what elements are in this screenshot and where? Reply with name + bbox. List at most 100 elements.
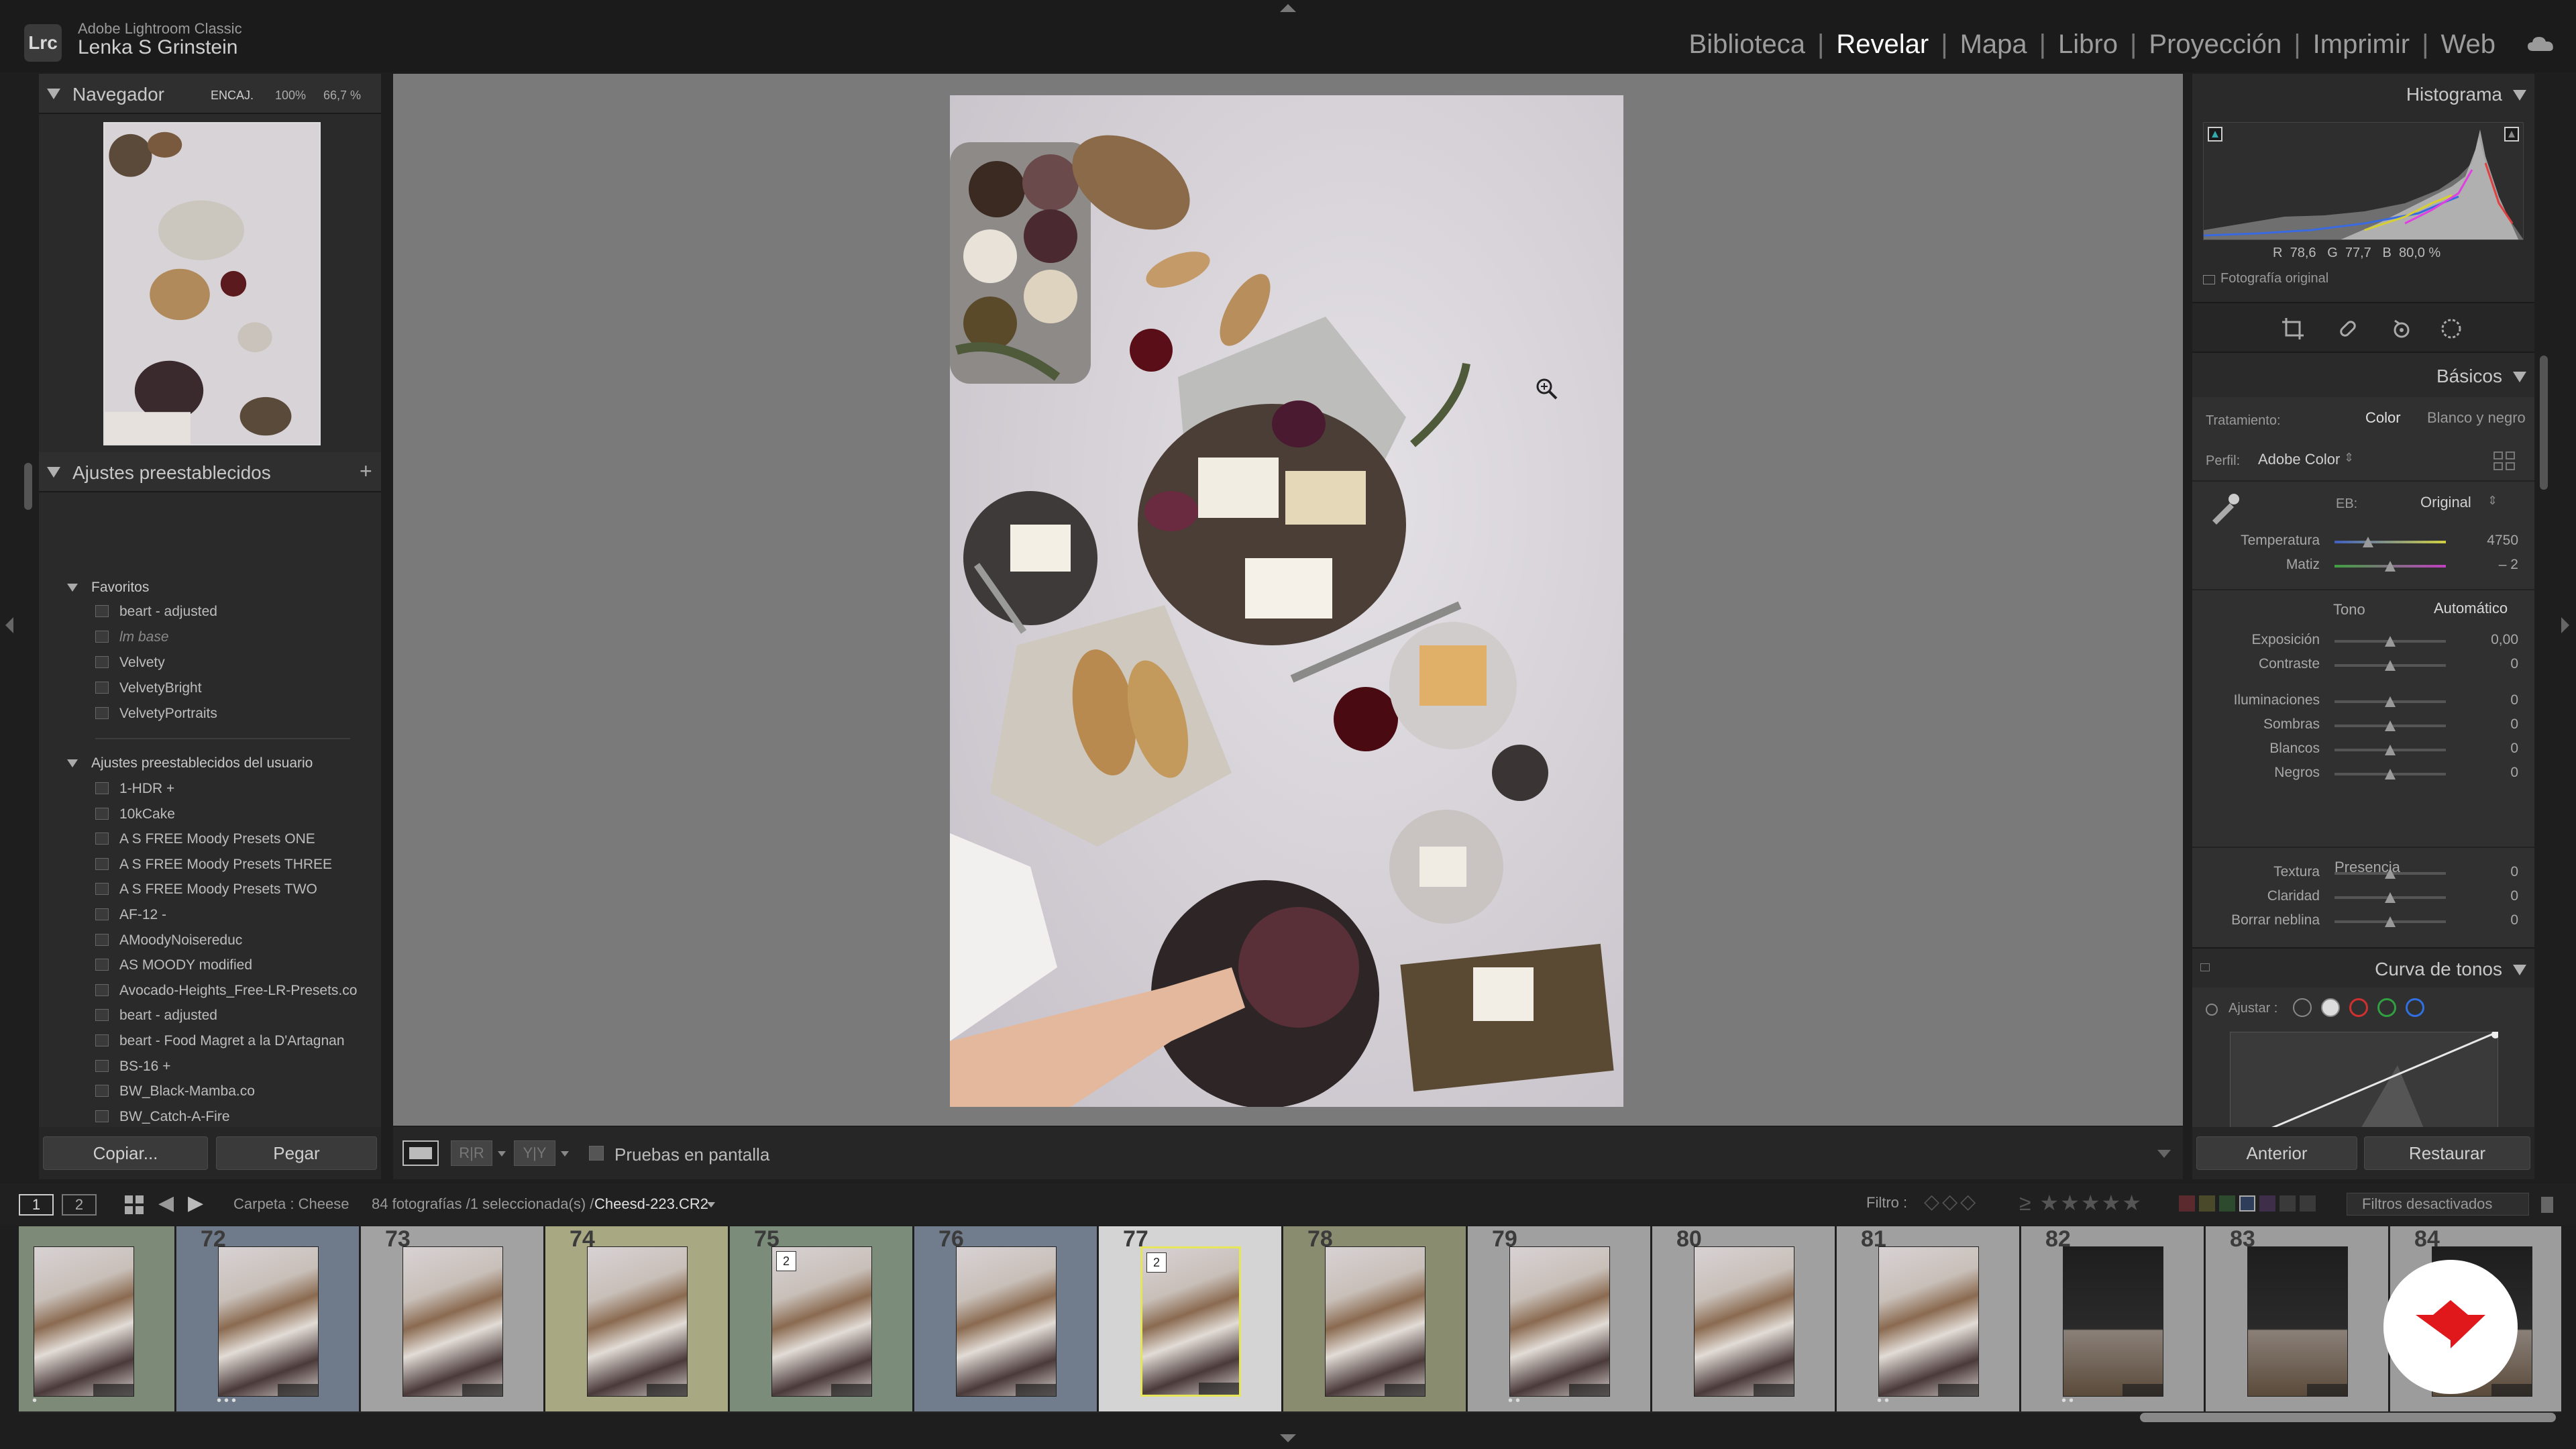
module-mapa[interactable]: Mapa [1960,30,2027,60]
panel-switch-icon[interactable] [2200,963,2210,971]
folder-user-presets[interactable]: Ajustes preestablecidos del usuario [91,755,313,771]
collapse-right-icon[interactable] [2561,617,2569,633]
zoom-fit[interactable]: ENCAJ. [211,89,254,103]
filmstrip-thumbnail[interactable] [956,1246,1057,1397]
folder-expand-icon[interactable] [67,759,78,767]
right-scroll-indicator[interactable] [2540,356,2548,490]
cloud-icon[interactable] [2526,35,2556,52]
contrast-value[interactable]: 0 [2510,656,2518,672]
filmstrip-cell[interactable]: 78 [1283,1226,1467,1411]
parametric-curve-icon[interactable] [2293,998,2312,1017]
filmstrip-scrollbar[interactable] [2140,1413,2556,1422]
filmstrip-thumbnail[interactable] [587,1246,688,1397]
preset-item[interactable]: beart - adjusted [119,604,217,620]
wb-dropdown-icon[interactable]: ⇕ [2487,494,2498,508]
module-proyeccion[interactable]: Proyección [2149,30,2282,60]
shadows-value[interactable]: 0 [2510,716,2518,733]
tint-slider-thumb[interactable] [2385,561,2396,572]
wb-select[interactable]: Original [2420,494,2471,511]
filmstrip-cell[interactable]: 80 [1652,1226,1836,1411]
histogram-header[interactable]: Histograma [2192,74,2534,114]
preset-item[interactable]: A S FREE Moody Presets TWO [119,881,317,898]
collapse-icon[interactable] [2513,372,2526,382]
module-libro[interactable]: Libro [2058,30,2118,60]
collapse-icon[interactable] [2513,90,2526,101]
highlight-clip-icon[interactable] [2504,127,2519,142]
reset-button[interactable]: Restaurar [2364,1136,2530,1170]
basics-header[interactable]: Básicos [2192,356,2534,396]
filmstrip-cell[interactable]: 81 •• [1837,1226,2021,1411]
histogram[interactable] [2203,122,2524,240]
highlights-value[interactable]: 0 [2510,692,2518,708]
filmstrip-thumbnail[interactable] [2247,1246,2348,1397]
profile-select[interactable]: Adobe Color [2258,451,2340,468]
shadow-clip-icon[interactable] [2208,127,2222,142]
tint-value[interactable]: – 2 [2499,557,2518,573]
collapse-icon[interactable] [2513,965,2526,975]
original-photo-checkbox[interactable] [2203,275,2215,284]
filmstrip-cell[interactable]: 83 [2206,1226,2390,1411]
rating-filter-icon[interactable]: ≥ ★★★★★ [2019,1190,2143,1216]
filmstrip-thumbnail[interactable] [1325,1246,1426,1397]
filmstrip-cell[interactable]: 82 •• [2021,1226,2205,1411]
filmstrip-cell[interactable]: • [19,1226,176,1411]
green-channel-icon[interactable] [2377,998,2396,1017]
profile-dropdown-icon[interactable]: ⇕ [2344,451,2354,465]
preset-item[interactable]: Velvety [119,655,165,671]
filename-dropdown-icon[interactable] [707,1202,715,1208]
primary-display-button[interactable]: 1 [19,1194,54,1216]
folder-expand-icon[interactable] [67,584,78,592]
before-after-dropdown-icon[interactable] [498,1151,506,1157]
filmstrip-cell[interactable]: 72 ••• [176,1226,360,1411]
contrast-slider-thumb[interactable] [2385,660,2396,671]
preset-item[interactable]: A S FREE Moody Presets ONE [119,831,315,847]
main-photo[interactable] [950,95,1623,1107]
secondary-display-button[interactable]: 2 [62,1194,97,1216]
grid-icon[interactable] [123,1194,145,1216]
filmstrip-cell[interactable]: 79 •• [1468,1226,1652,1411]
shadows-slider-thumb[interactable] [2385,720,2396,731]
collapse-icon[interactable] [47,89,60,99]
filmstrip-thumbnail[interactable] [402,1246,503,1397]
dehaze-slider-thumb[interactable] [2385,916,2396,927]
preset-item[interactable]: beart - adjusted [119,1008,217,1024]
collapse-bottom-icon[interactable] [1280,1434,1296,1442]
filmstrip-thumbnail[interactable] [1694,1246,1794,1397]
preset-item[interactable]: VelvetyPortraits [119,706,217,722]
healing-brush-icon[interactable] [2336,317,2360,341]
filename-select[interactable]: Cheesd-223.CR2 [594,1195,708,1213]
loupe-view-icon[interactable] [402,1140,439,1166]
filmstrip-cell[interactable]: 74 [545,1226,729,1411]
color-filter-icon[interactable] [2179,1195,2320,1213]
filmstrip-thumbnail[interactable] [218,1246,319,1397]
preset-item[interactable]: beart - Food Magret a la D'Artagnan [119,1033,345,1049]
filmstrip-thumbnail[interactable]: 2 [771,1246,872,1397]
collapse-left-icon[interactable] [5,617,13,633]
preset-item[interactable]: 10kCake [119,806,175,822]
filmstrip-thumbnail[interactable] [1509,1246,1610,1397]
red-eye-icon[interactable] [2390,317,2414,341]
zoom-custom[interactable]: 66,7 % [323,89,361,103]
module-revelar[interactable]: Revelar [1836,30,1929,60]
swap-icon[interactable]: Y|Y [514,1140,555,1166]
masking-icon[interactable] [2439,317,2463,341]
navigator-preview[interactable] [103,122,321,445]
forward-arrow-icon[interactable]: ▶ [188,1191,203,1215]
proof-checkbox[interactable] [589,1146,604,1161]
filmstrip-cell[interactable]: 73 [361,1226,545,1411]
point-curve-white-icon[interactable] [2321,998,2340,1017]
treatment-color-button[interactable]: Color [2365,409,2401,427]
temp-slider-thumb[interactable] [2362,537,2373,547]
blue-channel-icon[interactable] [2406,998,2424,1017]
exposure-value[interactable]: 0,00 [2491,632,2518,648]
tone-curve-graph[interactable] [2230,1032,2498,1127]
filmstrip-thumbnail[interactable] [34,1246,134,1397]
filmstrip-cell[interactable]: 75 2 [730,1226,914,1411]
before-after-icon[interactable]: R|R [451,1140,492,1166]
add-preset-icon[interactable]: + [360,459,372,484]
filters-select[interactable]: Filtros desactivados [2347,1193,2529,1216]
exposure-slider-thumb[interactable] [2385,636,2396,647]
preset-item[interactable]: AS MOODY modified [119,957,252,973]
filmstrip-thumbnail[interactable] [2063,1246,2163,1397]
collapse-top-icon[interactable] [1280,4,1296,12]
